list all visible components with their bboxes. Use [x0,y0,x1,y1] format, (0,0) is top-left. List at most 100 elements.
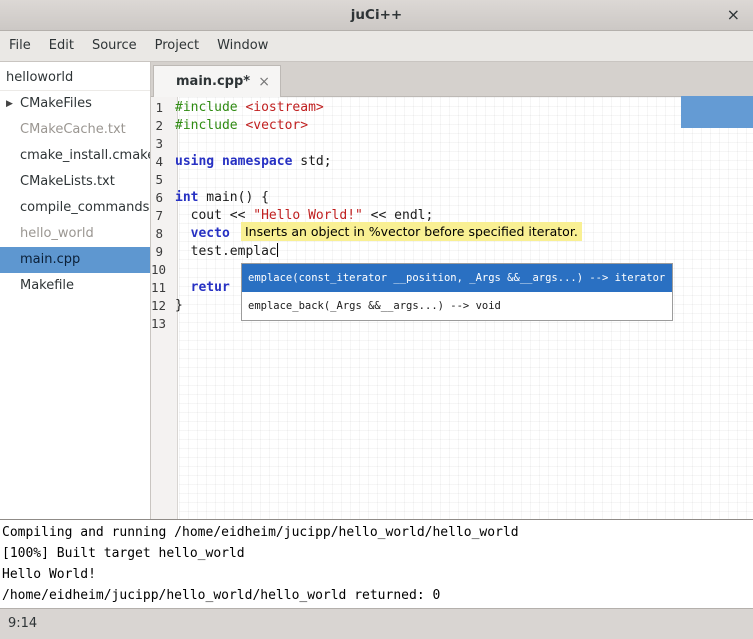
line-number: 3 [151,135,171,153]
code-token [175,226,191,241]
code-token: test.emplac [175,244,277,259]
output-line: /home/eidheim/jucipp/hello_world/hello_w… [2,585,753,606]
code-token: #include [175,100,238,115]
tree-item-cmakecache-txt[interactable]: CMakeCache.txt [0,117,150,143]
menu-window[interactable]: Window [208,31,277,61]
tree-item-label: CMakeFiles [20,96,92,111]
code-token: std; [292,154,331,169]
completion-popup: emplace(const_iterator __position, _Args… [241,263,673,321]
tree-item-label: helloworld [6,70,73,85]
tree-item-label: cmake_install.cmake [20,148,150,163]
tree-item-cmakefiles[interactable]: ▶ CMakeFiles [0,91,150,117]
menu-file[interactable]: File [0,31,40,61]
code-text[interactable]: vecto [171,225,230,243]
code-token: retur [191,280,230,295]
code-token: "Hello World!" [253,208,363,223]
code-line: 1#include <iostream> [151,99,753,117]
tree-item-label: compile_commands.json [20,200,150,215]
code-line: 6int main() { [151,189,753,207]
menu-source[interactable]: Source [83,31,146,61]
code-token: namespace [222,154,292,169]
code-text[interactable] [171,171,175,189]
tab-close-icon[interactable]: × [258,74,270,90]
tree-item-helloworld[interactable]: helloworld [0,65,150,91]
tree-item-cmake-install-cmake[interactable]: cmake_install.cmake [0,143,150,169]
line-number: 4 [151,153,171,171]
code-token [175,280,191,295]
tree-item-makefile[interactable]: Makefile [0,273,150,299]
line-number: 9 [151,243,171,261]
tree-item-label: hello_world [20,226,94,241]
tree-item-cmakelists-txt[interactable]: CMakeLists.txt [0,169,150,195]
tree-item-main-cpp[interactable]: main.cpp [0,247,150,273]
completion-item[interactable]: emplace(const_iterator __position, _Args… [242,264,672,292]
tree-item-label: main.cpp [20,252,80,267]
code-text[interactable]: test.emplac [171,243,278,261]
line-number: 7 [151,207,171,225]
cursor-position: 9:14 [8,616,37,631]
expander-icon[interactable]: ▶ [6,91,13,117]
menubar: FileEditSourceProjectWindow [0,31,753,62]
code-token: using [175,154,214,169]
code-text[interactable]: int main() { [171,189,269,207]
completion-item[interactable]: emplace_back(_Args &&__args...) --> void [242,292,672,320]
code-token: << endl; [363,208,433,223]
code-token [214,154,222,169]
tree-item-label: CMakeLists.txt [20,174,115,189]
line-number: 12 [151,297,171,315]
text-cursor [277,243,278,257]
statusbar: 9:14 [0,608,753,639]
tab-label: main.cpp* [176,74,258,89]
code-text[interactable]: using namespace std; [171,153,332,171]
code-token: <iostream> [245,100,323,115]
editor-column: main.cpp* × 1#include <iostream>2#includ… [151,62,753,519]
code-line: 5 [151,171,753,189]
line-number: 8 [151,225,171,243]
output-line: [100%] Built target hello_world [2,543,753,564]
tab-main-cpp[interactable]: main.cpp* × [153,65,281,97]
output-line: Hello World! [2,564,753,585]
code-token: cout << [175,208,253,223]
code-token: vecto [191,226,230,241]
code-line: 2#include <vector> [151,117,753,135]
code-line: 9 test.emplac [151,243,753,261]
tree-item-hello-world[interactable]: hello_world [0,221,150,247]
code-text[interactable]: retur [171,279,230,297]
code-token: main() { [198,190,268,205]
menu-edit[interactable]: Edit [40,31,83,61]
code-text[interactable] [171,261,175,279]
doc-tooltip: Inserts an object in %vector before spec… [241,222,582,241]
code-text[interactable]: #include <vector> [171,117,308,135]
titlebar: juCi++ × [0,0,753,31]
line-number: 6 [151,189,171,207]
code-token: <vector> [245,118,308,133]
window-title: juCi++ [0,0,753,30]
app-window: juCi++ × FileEditSourceProjectWindow hel… [0,0,753,639]
code-text[interactable] [171,135,175,153]
line-number: 11 [151,279,171,297]
menu-project[interactable]: Project [146,31,208,61]
code-text[interactable] [171,315,175,333]
file-tree: helloworld ▶ CMakeFiles CMakeCache.txt cmake… [0,62,151,519]
code-token: } [175,298,183,313]
code-text[interactable]: } [171,297,183,315]
line-number: 10 [151,261,171,279]
output-line: Compiling and running /home/eidheim/juci… [2,522,753,543]
tree-item-compile-commands-json[interactable]: compile_commands.json [0,195,150,221]
scrollbar-thumb[interactable] [681,96,753,128]
main-area: helloworld ▶ CMakeFiles CMakeCache.txt cmake… [0,62,753,519]
line-number: 13 [151,315,171,333]
line-number: 1 [151,99,171,117]
code-text[interactable]: #include <iostream> [171,99,324,117]
output-pane: Compiling and running /home/eidheim/juci… [0,519,753,608]
tree-item-label: CMakeCache.txt [20,122,126,137]
tree-item-label: Makefile [20,278,74,293]
code-token: #include [175,118,238,133]
code-token: int [175,190,198,205]
line-number: 2 [151,117,171,135]
line-number: 5 [151,171,171,189]
code-line: 4using namespace std; [151,153,753,171]
code-line: 3 [151,135,753,153]
tabbar: main.cpp* × [151,62,753,97]
close-icon[interactable]: × [727,0,740,30]
